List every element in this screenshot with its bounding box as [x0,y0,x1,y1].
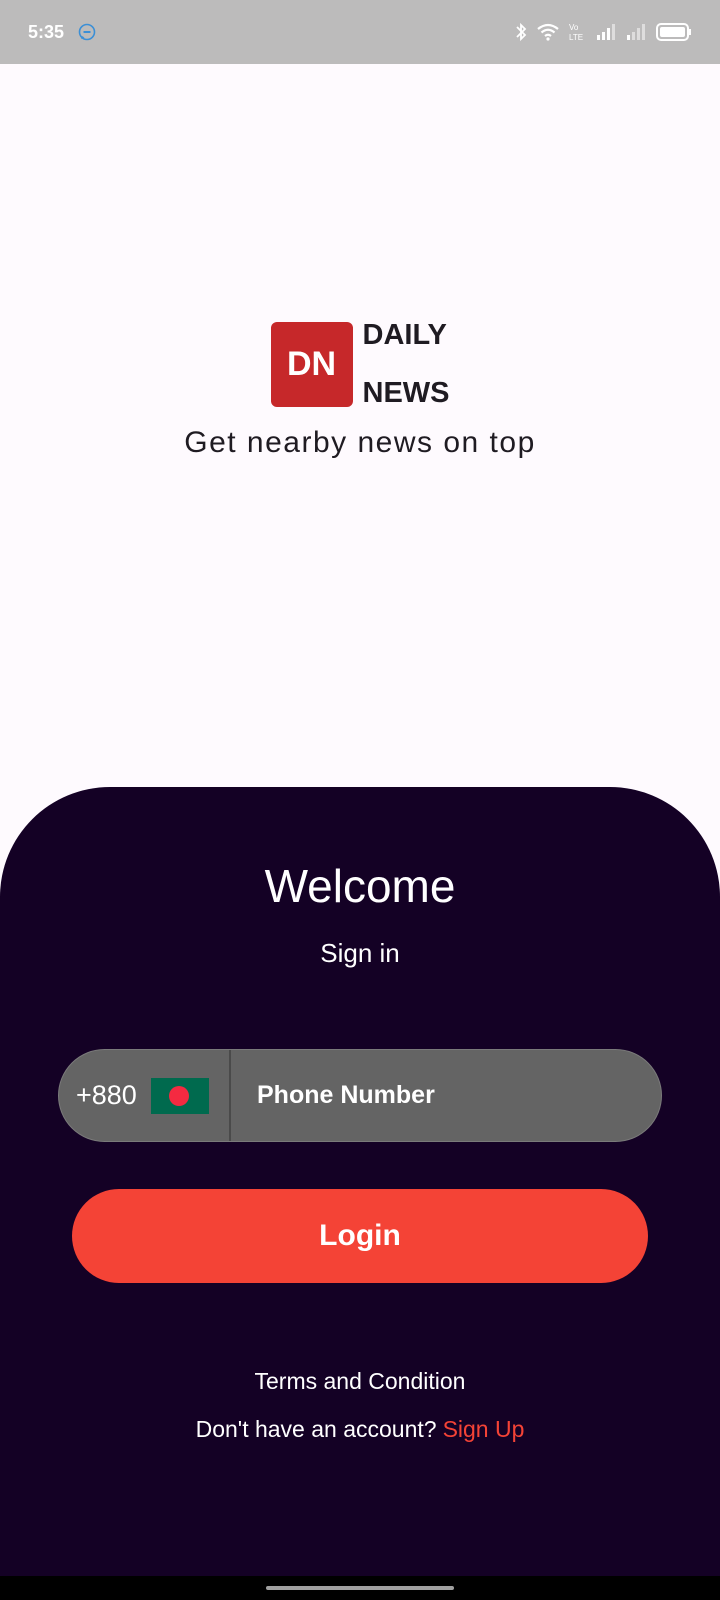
status-time: 5:35 [28,21,65,42]
login-panel: Welcome Sign in +880 Login Terms and Con… [0,787,720,1577]
status-bar: 5:35 Vo LTE [0,0,720,64]
logo-line-daily: DAILY [362,319,447,351]
signal-icon [627,24,645,40]
navigation-bar [0,1576,720,1600]
svg-text:Vo: Vo [569,23,579,32]
login-screen: 5:35 Vo LTE DN DAILY NEWS Get nearby new… [0,0,720,1600]
signin-subtitle: Sign in [320,938,400,968]
home-indicator[interactable] [266,1586,454,1590]
status-icons: Vo LTE [514,22,692,42]
login-button[interactable]: Login [72,1189,648,1283]
bangladesh-flag-icon [150,1077,209,1114]
phone-number-input[interactable] [231,1050,661,1141]
signal-icon [597,24,615,40]
country-code: +880 [76,1080,137,1110]
signup-link[interactable]: Sign Up [443,1416,525,1442]
signup-prompt: Don't have an account? Sign Up [0,1416,720,1443]
logo-line-news: NEWS [362,377,450,409]
wifi-icon [537,23,559,41]
svg-text:LTE: LTE [569,33,583,42]
logo-wordmark: DAILY NEWS [363,320,450,408]
phone-field: +880 [58,1049,662,1142]
tagline: Get nearby news on top [184,426,536,459]
terms-link[interactable]: Terms and Condition [0,1368,720,1395]
no-account-text: Don't have an account? [195,1416,437,1442]
welcome-title: Welcome [264,860,456,912]
country-code-picker[interactable]: +880 [59,1050,231,1141]
logo-badge: DN [270,321,353,407]
app-logo: DN DAILY NEWS [0,320,720,408]
bluetooth-icon [516,22,527,42]
messenger-icon [78,23,96,41]
volte-icon: Vo LTE [569,23,583,42]
battery-icon [656,23,691,41]
